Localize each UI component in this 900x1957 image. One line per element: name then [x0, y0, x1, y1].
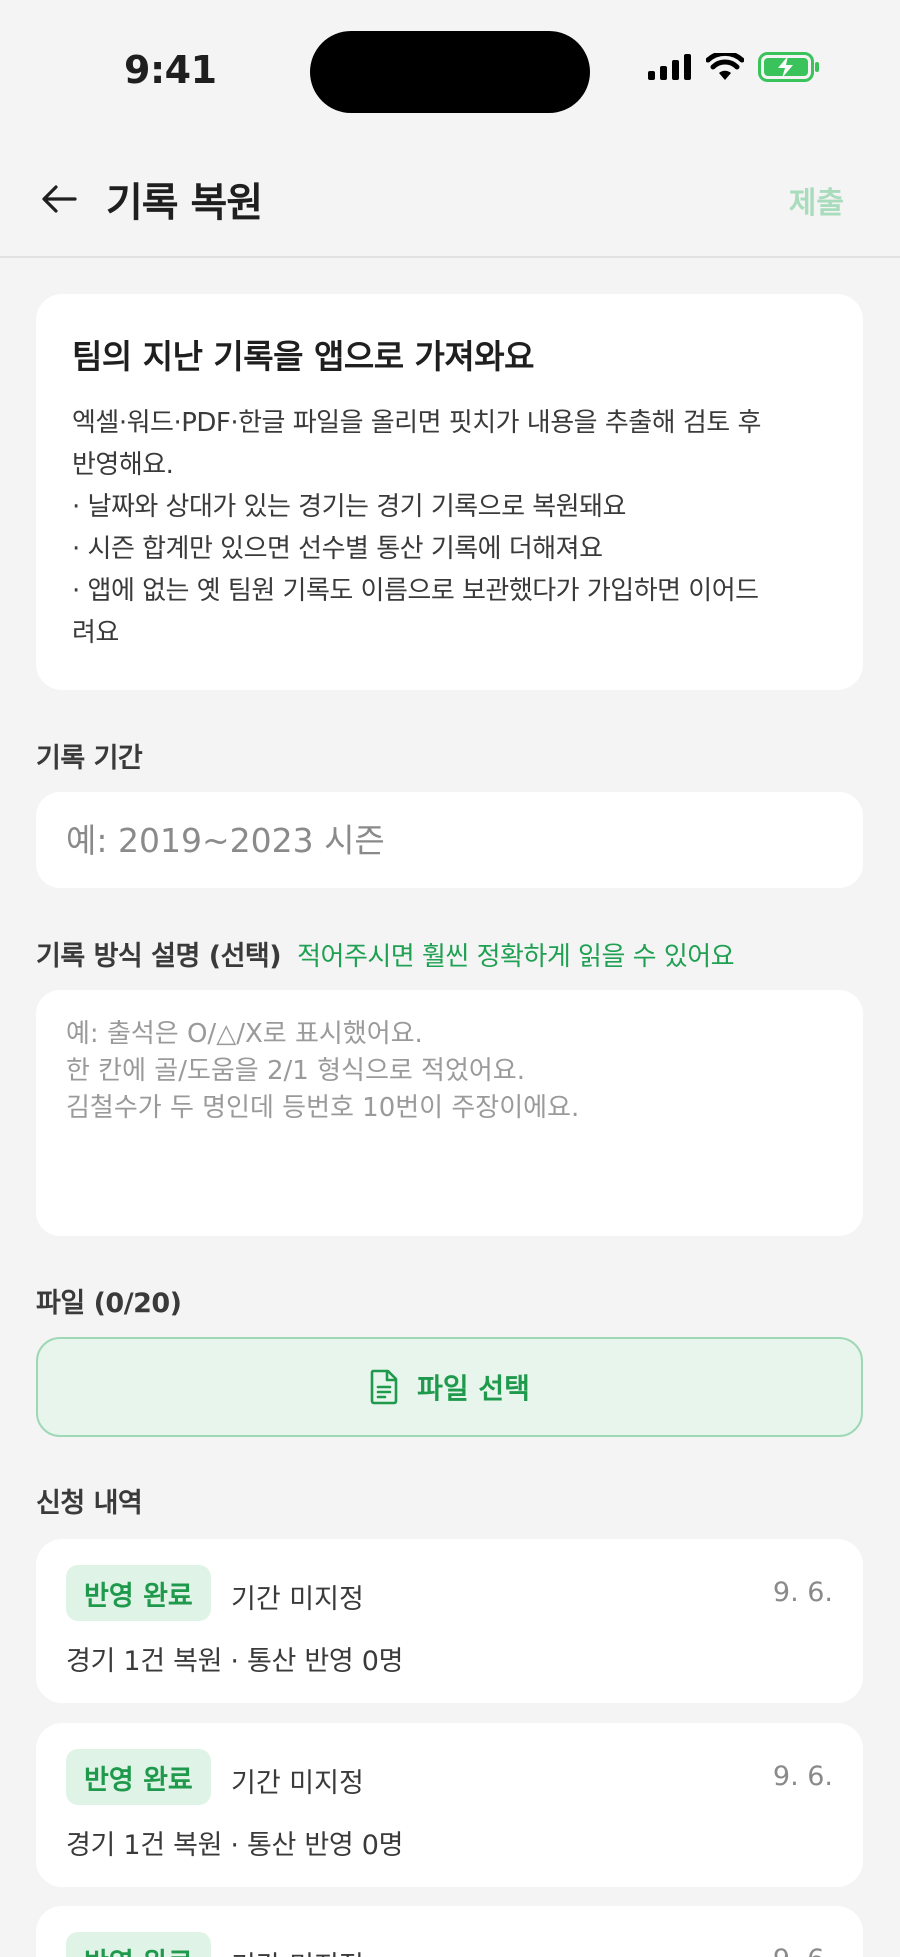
document-icon [370, 1369, 398, 1405]
file-select-button[interactable]: 파일 선택 [36, 1337, 863, 1437]
wifi-icon [706, 53, 744, 80]
intro-title: 팀의 지난 기록을 앱으로 가져와요 [72, 337, 535, 376]
status-badge: 반영 완료 [66, 1565, 211, 1621]
status-badge: 반영 완료 [66, 1932, 211, 1957]
intro-bullet: · 시즌 합계만 있으면 선수별 통산 기록에 더해져요 [72, 534, 603, 564]
files-label: 파일 (0/20) [36, 1288, 182, 1319]
status-icons [648, 52, 820, 82]
status-time: 9:41 [124, 48, 217, 92]
method-label: 기록 방식 설명 (선택) [36, 941, 282, 972]
history-date: 9. 6. [772, 1577, 833, 1608]
history-date: 9. 6. [773, 1944, 833, 1957]
history-period: 기간 미지정 [231, 1584, 364, 1615]
battery-charging-icon [758, 52, 819, 82]
submit-button[interactable]: 제출 [789, 178, 844, 222]
intro-bullet: 려요 [72, 618, 119, 648]
history-label: 신청 내역 [36, 1488, 143, 1519]
cellular-signal-icon [648, 54, 691, 80]
page-title: 기록 복원 [106, 180, 263, 226]
intro-bullet: · 앱에 없는 옛 팀원 기록도 이름으로 보관했다가 가입하면 이어드 [72, 576, 759, 606]
method-hint: 적어주시면 훨씬 정확하게 읽을 수 있어요 [297, 942, 735, 972]
period-label: 기록 기간 [36, 743, 143, 774]
history-date: 9. 6. [772, 1761, 833, 1792]
period-input[interactable] [36, 792, 863, 888]
history-summary: 경기 1건 복원 · 통산 반영 0명 [66, 1830, 404, 1861]
method-description-input[interactable] [36, 990, 863, 1236]
history-period: 기간 미지정 [231, 1768, 364, 1799]
intro-description-line: 엑셀·워드·PDF·한글 파일을 올리면 핏치가 내용을 추출해 검토 후 [72, 408, 761, 438]
arrow-left-icon [42, 185, 77, 213]
status-badge: 반영 완료 [66, 1749, 211, 1805]
history-item[interactable]: 반영 완료 기간 미지정 9. 6. [36, 1906, 863, 1957]
intro-description-line: 반영해요. [72, 450, 174, 480]
history-period: 기간 미지정 [231, 1944, 364, 1957]
method-label-row: 기록 방식 설명 (선택) 적어주시면 훨씬 정확하게 읽을 수 있어요 [36, 934, 735, 973]
status-bar: 9:41 [0, 0, 900, 140]
file-select-label: 파일 선택 [417, 1372, 530, 1405]
app-header: 기록 복원 제출 [0, 140, 900, 258]
back-button[interactable] [36, 176, 82, 222]
dynamic-island [310, 31, 590, 113]
intro-card: 팀의 지난 기록을 앱으로 가져와요 엑셀·워드·PDF·한글 파일을 올리면 … [36, 294, 863, 690]
history-item[interactable]: 반영 완료 기간 미지정 9. 6. 경기 1건 복원 · 통산 반영 0명 [36, 1539, 863, 1703]
history-item[interactable]: 반영 완료 기간 미지정 9. 6. 경기 1건 복원 · 통산 반영 0명 [36, 1723, 863, 1887]
intro-bullet: · 날짜와 상대가 있는 경기는 경기 기록으로 복원돼요 [72, 492, 626, 522]
history-summary: 경기 1건 복원 · 통산 반영 0명 [66, 1646, 404, 1677]
